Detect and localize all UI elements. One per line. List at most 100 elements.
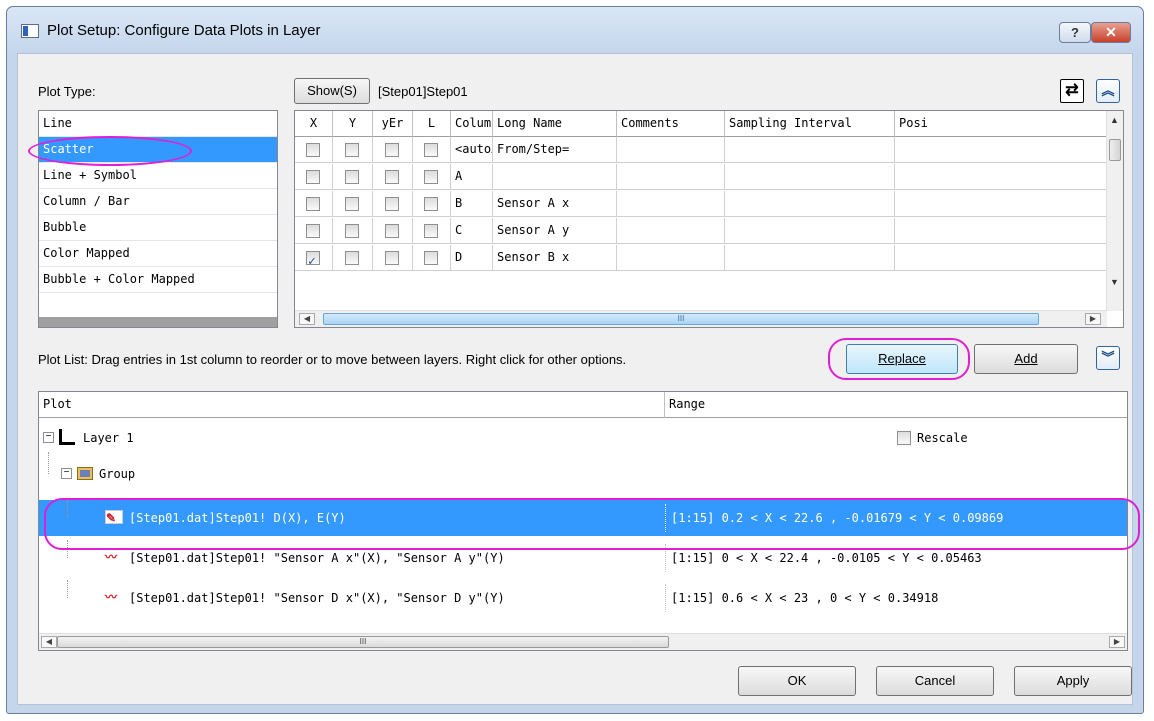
column-header[interactable]: Column [451, 111, 493, 137]
plot-type-item[interactable]: Column / Bar [39, 189, 277, 215]
plot-type-item[interactable]: Line [39, 111, 277, 137]
collapse-group-icon[interactable]: − [61, 468, 72, 479]
scroll-up-icon[interactable]: ▲ [1110, 115, 1119, 125]
plot-type-item[interactable]: Color Mapped [39, 241, 277, 267]
l-checkbox[interactable] [424, 143, 438, 157]
yer-checkbox[interactable] [385, 224, 399, 238]
columns-horizontal-scrollbar[interactable]: ◀ III ▶ [295, 310, 1107, 327]
x-checkbox[interactable] [306, 170, 320, 184]
replace-button[interactable]: Replace [846, 344, 958, 374]
column-row[interactable]: A [295, 164, 1107, 190]
plot-entry-row[interactable]: ✎ [Step01.dat]Step01! D(X), E(Y) [1:15] 0.… [39, 500, 1127, 536]
plot-type-item[interactable]: Line + Symbol [39, 163, 277, 189]
tree-scroll-left-icon[interactable]: ◀ [41, 636, 57, 648]
tree-scroll-right-icon[interactable]: ▶ [1109, 636, 1125, 648]
scroll-right-icon[interactable]: ▶ [1085, 313, 1101, 325]
l-checkbox[interactable] [424, 251, 438, 265]
ok-button[interactable]: OK [738, 666, 856, 696]
l-checkbox[interactable] [424, 170, 438, 184]
y-checkbox[interactable] [345, 170, 359, 184]
group-row[interactable]: − Group [39, 452, 1127, 492]
column-row[interactable]: <autoX>From/Step= [295, 137, 1107, 163]
plot-entry-row[interactable]: 〰 [Step01.dat]Step01! "Sensor D x"(X), "S… [39, 580, 1127, 616]
scroll-down-icon[interactable]: ▼ [1110, 277, 1119, 287]
rescale-checkbox[interactable] [897, 431, 911, 445]
column-row[interactable]: B Sensor A x [295, 191, 1107, 217]
column-header[interactable]: yEr [373, 111, 413, 137]
plot-list-tree[interactable]: Plot Range − Layer 1 Rescale − Group ✎ [S… [38, 391, 1128, 651]
column-header[interactable]: L [413, 111, 451, 137]
plot-type-item[interactable]: Scatter [39, 137, 277, 163]
plot-entry-row[interactable]: 〰 [Step01.dat]Step01! "Sensor A x"(X), "S… [39, 540, 1127, 576]
layer-label: Layer 1 [83, 431, 134, 445]
close-button[interactable]: ✕ [1091, 22, 1131, 43]
checkbox-cell [373, 137, 413, 163]
y-checkbox[interactable] [345, 143, 359, 157]
column-separator [665, 584, 666, 612]
collapse-layer-icon[interactable]: − [43, 432, 54, 443]
checkbox-cell [333, 218, 373, 244]
plot-type-list[interactable]: Line Scatter Line + Symbol Column / Bar Bubb… [38, 110, 278, 328]
add-button[interactable]: Add [974, 344, 1078, 374]
y-checkbox[interactable] [345, 197, 359, 211]
expand-down-icon[interactable]: ︾ [1096, 346, 1120, 370]
tree-connector [67, 500, 68, 518]
column-separator [665, 504, 666, 532]
plot-range-label: [1:15] 0 < X < 22.4 , -0.0105 < Y < 0.05… [671, 551, 982, 565]
range-column-header[interactable]: Range [665, 392, 1127, 418]
layer-row[interactable]: − Layer 1 Rescale [39, 420, 1127, 456]
empty-cell [725, 137, 895, 163]
show-button[interactable]: Show(S) [294, 78, 370, 104]
plot-type-list-footer [39, 317, 277, 327]
column-row[interactable]: DSensor B x [295, 245, 1107, 271]
checkbox-cell [333, 191, 373, 217]
y-checkbox[interactable] [345, 251, 359, 265]
checkbox-cell [413, 245, 451, 271]
plot-list-hscroll-thumb[interactable]: III [57, 636, 669, 648]
scroll-left-icon[interactable]: ◀ [299, 313, 315, 325]
column-header[interactable]: Sampling Interval [725, 111, 895, 137]
help-button[interactable]: ? [1059, 22, 1091, 43]
empty-cell [725, 191, 895, 217]
column-row[interactable]: C Sensor A y [295, 218, 1107, 244]
x-checkbox[interactable] [306, 249, 320, 270]
checkbox-cell [333, 164, 373, 190]
checkbox-cell [333, 137, 373, 163]
checkbox-cell [295, 191, 333, 217]
column-header[interactable]: Long Name [493, 111, 617, 137]
y-checkbox[interactable] [345, 224, 359, 238]
group-folder-icon [77, 467, 93, 480]
yer-checkbox[interactable] [385, 251, 399, 265]
column-header[interactable]: Y [333, 111, 373, 137]
column-header[interactable]: X [295, 111, 333, 137]
columns-hscroll-thumb[interactable]: III [323, 313, 1039, 325]
yer-checkbox[interactable] [385, 143, 399, 157]
checkbox-cell [413, 218, 451, 244]
collapse-up-icon[interactable]: ︽ [1096, 79, 1120, 103]
l-checkbox[interactable] [424, 224, 438, 238]
long-name-cell: From/Step= [493, 137, 617, 163]
empty-cell [617, 218, 725, 244]
l-checkbox[interactable] [424, 197, 438, 211]
title-bar[interactable]: Plot Setup: Configure Data Plots in Laye… [7, 7, 1143, 53]
column-header[interactable]: Comments [617, 111, 725, 137]
x-checkbox[interactable] [306, 143, 320, 157]
apply-button[interactable]: Apply [1014, 666, 1132, 696]
empty-cell [725, 164, 895, 190]
yer-checkbox[interactable] [385, 197, 399, 211]
plot-type-item[interactable]: Bubble [39, 215, 277, 241]
columns-grid[interactable]: XYyErLColumnLong NameCommentsSampling In… [294, 110, 1124, 328]
columns-vertical-scrollbar[interactable]: ▲ ▼ [1106, 111, 1123, 311]
plot-type-item[interactable]: Bubble + Color Mapped [39, 267, 277, 293]
yer-checkbox[interactable] [385, 170, 399, 184]
rescale-label: Rescale [917, 431, 968, 445]
plot-column-header[interactable]: Plot [39, 392, 665, 418]
plot-list-horizontal-scrollbar[interactable]: ◀ III ▶ [39, 633, 1127, 650]
columns-vscroll-thumb[interactable] [1109, 139, 1121, 161]
cancel-button[interactable]: Cancel [876, 666, 994, 696]
x-checkbox[interactable] [306, 224, 320, 238]
x-checkbox[interactable] [306, 197, 320, 211]
swap-icon[interactable]: ⇄ [1060, 79, 1084, 103]
column-header[interactable]: Posi [895, 111, 1107, 137]
empty-cell [895, 164, 1107, 190]
